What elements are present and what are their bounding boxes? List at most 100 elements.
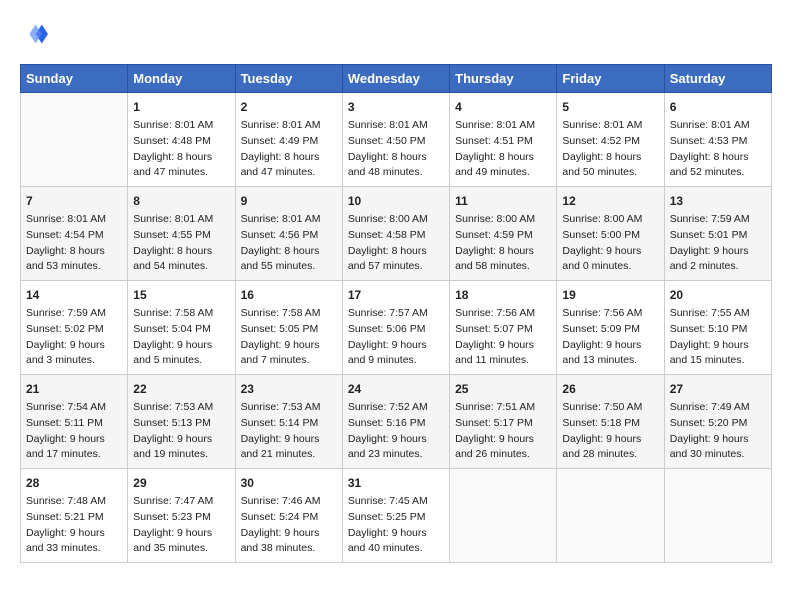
day-info: Sunrise: 7:54 AMSunset: 5:11 PMDaylight:… (26, 400, 122, 463)
day-info: Sunrise: 8:00 AMSunset: 4:59 PMDaylight:… (455, 212, 551, 275)
calendar-cell: 29Sunrise: 7:47 AMSunset: 5:23 PMDayligh… (128, 469, 235, 563)
day-info: Sunrise: 7:51 AMSunset: 5:17 PMDaylight:… (455, 400, 551, 463)
day-header-tuesday: Tuesday (235, 65, 342, 93)
calendar-cell: 27 Sunrise: 7:49 AMSunset: 5:20 PMDayligh… (664, 375, 771, 469)
day-number: 26 (562, 380, 658, 398)
day-number: 13 (670, 192, 766, 210)
day-number: 15 (133, 286, 229, 304)
day-info: Sunrise: 7:45 AMSunset: 5:25 PMDaylight:… (348, 494, 444, 557)
calendar-cell: 18 Sunrise: 7:56 AMSunset: 5:07 PMDayligh… (450, 281, 557, 375)
day-info: Sunrise: 7:49 AMSunset: 5:20 PMDaylight:… (670, 400, 766, 463)
day-info: Sunrise: 7:53 AMSunset: 5:14 PMDaylight:… (241, 400, 337, 463)
day-info: Sunrise: 7:46 AMSunset: 5:24 PMDaylight:… (241, 494, 337, 557)
day-number: 27 (670, 380, 766, 398)
day-info: Sunrise: 7:56 AMSunset: 5:07 PMDaylight:… (455, 306, 551, 369)
day-number: 8 (133, 192, 229, 210)
calendar-cell: 16 Sunrise: 7:58 AMSunset: 5:05 PMDayligh… (235, 281, 342, 375)
calendar-week-5: 28 Sunrise: 7:48 AMSunset: 5:21 PMDayligh… (21, 469, 772, 563)
calendar-week-2: 7 Sunrise: 8:01 AMSunset: 4:54 PMDaylight… (21, 187, 772, 281)
calendar-cell: 4 Sunrise: 8:01 AMSunset: 4:51 PMDaylight… (450, 93, 557, 187)
day-info: Sunrise: 8:01 AMSunset: 4:56 PMDaylight:… (241, 212, 337, 275)
day-info: Sunrise: 8:01 AMSunset: 4:52 PMDaylight:… (562, 118, 658, 181)
day-number: 22 (133, 380, 229, 398)
logo-icon (20, 20, 48, 48)
day-info: Sunrise: 7:50 AMSunset: 5:18 PMDaylight:… (562, 400, 658, 463)
day-info: Sunrise: 8:00 AMSunset: 5:00 PMDaylight:… (562, 212, 658, 275)
day-info: Sunrise: 7:57 AMSunset: 5:06 PMDaylight:… (348, 306, 444, 369)
calendar-table: SundayMondayTuesdayWednesdayThursdayFrid… (20, 64, 772, 563)
calendar-cell: 7 Sunrise: 8:01 AMSunset: 4:54 PMDaylight… (21, 187, 128, 281)
calendar-cell: 30 Sunrise: 7:46 AMSunset: 5:24 PMDayligh… (235, 469, 342, 563)
day-info: Sunrise: 8:01 AMSunset: 4:55 PMDaylight:… (133, 212, 229, 275)
calendar-cell: 17 Sunrise: 7:57 AMSunset: 5:06 PMDayligh… (342, 281, 449, 375)
day-number: 21 (26, 380, 122, 398)
calendar-week-3: 14 Sunrise: 7:59 AMSunset: 5:02 PMDayligh… (21, 281, 772, 375)
calendar-cell: 31Sunrise: 7:45 AMSunset: 5:25 PMDayligh… (342, 469, 449, 563)
day-info: Sunrise: 8:01 AMSunset: 4:48 PMDaylight:… (133, 118, 229, 181)
day-info: Sunrise: 7:48 AMSunset: 5:21 PMDaylight:… (26, 494, 122, 557)
day-number: 28 (26, 474, 122, 492)
day-info: Sunrise: 7:55 AMSunset: 5:10 PMDaylight:… (670, 306, 766, 369)
day-info: Sunrise: 7:58 AMSunset: 5:05 PMDaylight:… (241, 306, 337, 369)
day-number: 17 (348, 286, 444, 304)
day-number: 2 (241, 98, 337, 116)
day-info: Sunrise: 8:01 AMSunset: 4:54 PMDaylight:… (26, 212, 122, 275)
calendar-cell: 28 Sunrise: 7:48 AMSunset: 5:21 PMDayligh… (21, 469, 128, 563)
day-info: Sunrise: 8:00 AMSunset: 4:58 PMDaylight:… (348, 212, 444, 275)
day-info: Sunrise: 7:53 AMSunset: 5:13 PMDaylight:… (133, 400, 229, 463)
calendar-cell: 8 Sunrise: 8:01 AMSunset: 4:55 PMDaylight… (128, 187, 235, 281)
calendar-cell: 13 Sunrise: 7:59 AMSunset: 5:01 PMDayligh… (664, 187, 771, 281)
calendar-cell: 24Sunrise: 7:52 AMSunset: 5:16 PMDayligh… (342, 375, 449, 469)
day-number: 18 (455, 286, 551, 304)
day-number: 9 (241, 192, 337, 210)
day-info: Sunrise: 7:59 AMSunset: 5:02 PMDaylight:… (26, 306, 122, 369)
page-header (20, 20, 772, 48)
calendar-cell: 20Sunrise: 7:55 AMSunset: 5:10 PMDayligh… (664, 281, 771, 375)
day-number: 5 (562, 98, 658, 116)
day-number: 19 (562, 286, 658, 304)
day-info: Sunrise: 7:59 AMSunset: 5:01 PMDaylight:… (670, 212, 766, 275)
day-number: 12 (562, 192, 658, 210)
calendar-cell (664, 469, 771, 563)
day-info: Sunrise: 7:47 AMSunset: 5:23 PMDaylight:… (133, 494, 229, 557)
calendar-cell (21, 93, 128, 187)
calendar-cell: 9 Sunrise: 8:01 AMSunset: 4:56 PMDaylight… (235, 187, 342, 281)
day-header-wednesday: Wednesday (342, 65, 449, 93)
calendar-cell: 14 Sunrise: 7:59 AMSunset: 5:02 PMDayligh… (21, 281, 128, 375)
logo (20, 20, 52, 48)
day-number: 7 (26, 192, 122, 210)
day-info: Sunrise: 8:01 AMSunset: 4:51 PMDaylight:… (455, 118, 551, 181)
day-info: Sunrise: 8:01 AMSunset: 4:53 PMDaylight:… (670, 118, 766, 181)
day-number: 24 (348, 380, 444, 398)
calendar-cell: 6 Sunrise: 8:01 AMSunset: 4:53 PMDaylight… (664, 93, 771, 187)
calendar-cell: 23 Sunrise: 7:53 AMSunset: 5:14 PMDayligh… (235, 375, 342, 469)
day-number: 30 (241, 474, 337, 492)
calendar-cell: 15 Sunrise: 7:58 AMSunset: 5:04 PMDayligh… (128, 281, 235, 375)
calendar-cell: 19 Sunrise: 7:56 AMSunset: 5:09 PMDayligh… (557, 281, 664, 375)
calendar-cell: 11 Sunrise: 8:00 AMSunset: 4:59 PMDayligh… (450, 187, 557, 281)
day-header-monday: Monday (128, 65, 235, 93)
day-number: 4 (455, 98, 551, 116)
day-info: Sunrise: 7:58 AMSunset: 5:04 PMDaylight:… (133, 306, 229, 369)
calendar-cell: 25Sunrise: 7:51 AMSunset: 5:17 PMDayligh… (450, 375, 557, 469)
calendar-week-1: 1 Sunrise: 8:01 AMSunset: 4:48 PMDaylight… (21, 93, 772, 187)
day-number: 11 (455, 192, 551, 210)
calendar-cell: 10Sunrise: 8:00 AMSunset: 4:58 PMDayligh… (342, 187, 449, 281)
calendar-cell: 3Sunrise: 8:01 AMSunset: 4:50 PMDaylight… (342, 93, 449, 187)
calendar-cell: 26 Sunrise: 7:50 AMSunset: 5:18 PMDayligh… (557, 375, 664, 469)
day-header-saturday: Saturday (664, 65, 771, 93)
day-number: 6 (670, 98, 766, 116)
day-info: Sunrise: 7:56 AMSunset: 5:09 PMDaylight:… (562, 306, 658, 369)
calendar-header-row: SundayMondayTuesdayWednesdayThursdayFrid… (21, 65, 772, 93)
day-number: 1 (133, 98, 229, 116)
day-number: 16 (241, 286, 337, 304)
calendar-cell: 22 Sunrise: 7:53 AMSunset: 5:13 PMDayligh… (128, 375, 235, 469)
calendar-cell: 1 Sunrise: 8:01 AMSunset: 4:48 PMDaylight… (128, 93, 235, 187)
day-header-thursday: Thursday (450, 65, 557, 93)
day-info: Sunrise: 8:01 AMSunset: 4:49 PMDaylight:… (241, 118, 337, 181)
calendar-cell: 5 Sunrise: 8:01 AMSunset: 4:52 PMDaylight… (557, 93, 664, 187)
day-number: 23 (241, 380, 337, 398)
day-number: 14 (26, 286, 122, 304)
day-info: Sunrise: 8:01 AMSunset: 4:50 PMDaylight:… (348, 118, 444, 181)
calendar-cell: 2 Sunrise: 8:01 AMSunset: 4:49 PMDaylight… (235, 93, 342, 187)
